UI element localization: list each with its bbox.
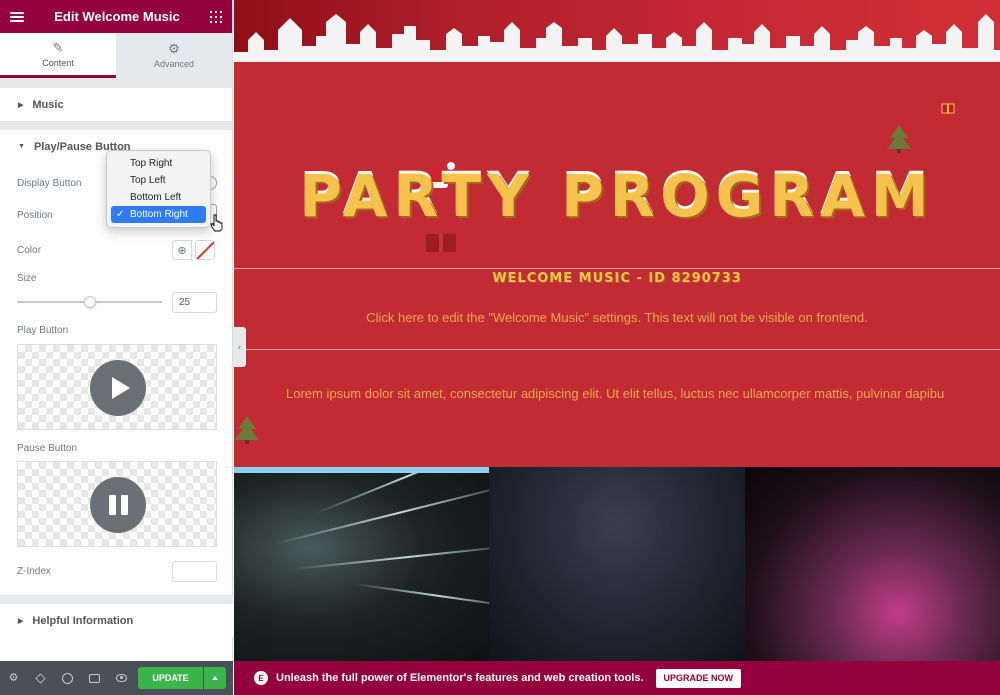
play-button-label: Play Button	[17, 325, 69, 336]
dropdown-option-top-right[interactable]: Top Right	[111, 155, 206, 172]
hand-cursor-icon	[210, 214, 223, 232]
caret-right-icon: ▶	[18, 101, 24, 109]
christmas-tree-icon	[887, 125, 911, 153]
caret-down-icon: ▼	[18, 143, 25, 150]
divider	[0, 121, 232, 130]
chevron-up-icon	[212, 676, 218, 680]
party-program-heading[interactable]: PARTY PROGRAM	[234, 162, 1000, 230]
tab-advanced-label: Advanced	[153, 59, 195, 69]
globe-icon: ⊕	[177, 244, 187, 257]
update-options-button[interactable]	[204, 667, 226, 689]
dropdown-option-bottom-left[interactable]: Bottom Left	[111, 189, 206, 206]
pause-icon	[90, 477, 146, 533]
divider-line	[234, 349, 1000, 350]
responsive-icon[interactable]	[89, 673, 100, 684]
panel-title: Edit Welcome Music	[54, 9, 180, 24]
settings-icon[interactable]: ⚙	[8, 672, 19, 684]
z-index-input[interactable]	[172, 561, 217, 582]
display-button-label: Display Button	[17, 178, 82, 189]
preview-eye-icon[interactable]	[116, 673, 127, 684]
pencil-icon: ✎	[52, 39, 64, 55]
collapse-panel-button[interactable]: ‹	[233, 327, 246, 367]
panel-tabs: ✎ Content ⚙ Advanced	[0, 33, 232, 79]
position-dropdown: Top Right Top Left Bottom Left ✓ Bottom …	[106, 150, 211, 228]
size-input[interactable]	[172, 292, 217, 313]
widgets-grid-icon[interactable]	[210, 10, 222, 23]
gallery-photo-lights[interactable]	[744, 467, 1000, 661]
section-helpful-label: Helpful Information	[32, 614, 134, 627]
checkmark-icon: ✓	[116, 209, 125, 220]
lorem-paragraph[interactable]: Lorem ipsum dolor sit amet, consectetur …	[286, 386, 944, 401]
section-music[interactable]: ▶ Music	[0, 88, 232, 121]
pause-button-label: Pause Button	[17, 443, 78, 454]
size-slider[interactable]	[17, 296, 162, 308]
helpful-section-wrap: ▶ Helpful Information	[0, 595, 233, 637]
page-preview: PARTY PROGRAM WELCOME MUSIC - ID 8290733…	[234, 0, 1000, 661]
layers-icon[interactable]	[35, 672, 46, 684]
section-music-label: Music	[32, 98, 64, 111]
color-picker-swatch[interactable]	[195, 240, 215, 260]
editor-panel: Edit Welcome Music ✎ Content ⚙ Advanced …	[0, 0, 233, 695]
edit-widget-hint[interactable]: Click here to edit the "Welcome Music" s…	[234, 310, 1000, 325]
gallery-photo-crowd[interactable]	[489, 467, 745, 661]
promo-bar: E Unleash the full power of Elementor's …	[234, 661, 1000, 695]
play-icon	[90, 360, 146, 416]
history-icon[interactable]	[62, 672, 73, 684]
gallery-photo-laser-show[interactable]	[234, 467, 490, 661]
size-label: Size	[17, 273, 37, 284]
panel-header: Edit Welcome Music	[0, 0, 232, 33]
header-banner	[234, 0, 1000, 62]
divider	[0, 79, 232, 88]
divider-line	[234, 268, 1000, 269]
update-button[interactable]: UPDATE	[138, 667, 203, 689]
elementor-logo-icon: E	[254, 671, 268, 685]
photo-gallery	[234, 467, 1000, 661]
z-index-label: Z-Index	[17, 566, 51, 577]
dropdown-option-top-left[interactable]: Top Left	[111, 172, 206, 189]
divider	[0, 595, 233, 604]
tab-advanced[interactable]: ⚙ Advanced	[116, 33, 232, 78]
snowy-village-icon	[234, 14, 1000, 62]
welcome-music-id: WELCOME MUSIC - ID 8290733	[492, 271, 742, 286]
global-colors-button[interactable]: ⊕	[172, 240, 192, 260]
promo-text: Unleash the full power of Elementor's fe…	[276, 672, 644, 684]
chevron-left-icon: ‹	[238, 342, 241, 352]
position-label: Position	[17, 210, 53, 221]
tab-content-label: Content	[42, 57, 74, 68]
gift-icon	[941, 103, 955, 114]
dropdown-option-bottom-right[interactable]: ✓ Bottom Right	[111, 206, 206, 223]
play-button-media[interactable]	[17, 344, 217, 430]
tab-content[interactable]: ✎ Content	[0, 33, 116, 78]
slider-handle[interactable]	[83, 296, 96, 308]
color-label: Color	[17, 245, 41, 256]
caret-right-icon: ▶	[18, 617, 24, 625]
gift-icon	[426, 234, 456, 252]
menu-icon[interactable]	[10, 11, 24, 22]
christmas-tree-icon	[235, 416, 259, 444]
gear-icon: ⚙	[168, 41, 180, 56]
upgrade-now-button[interactable]: UPGRADE NOW	[655, 668, 742, 688]
pause-button-media[interactable]	[17, 461, 217, 547]
section-helpful-information[interactable]: ▶ Helpful Information	[0, 604, 233, 637]
